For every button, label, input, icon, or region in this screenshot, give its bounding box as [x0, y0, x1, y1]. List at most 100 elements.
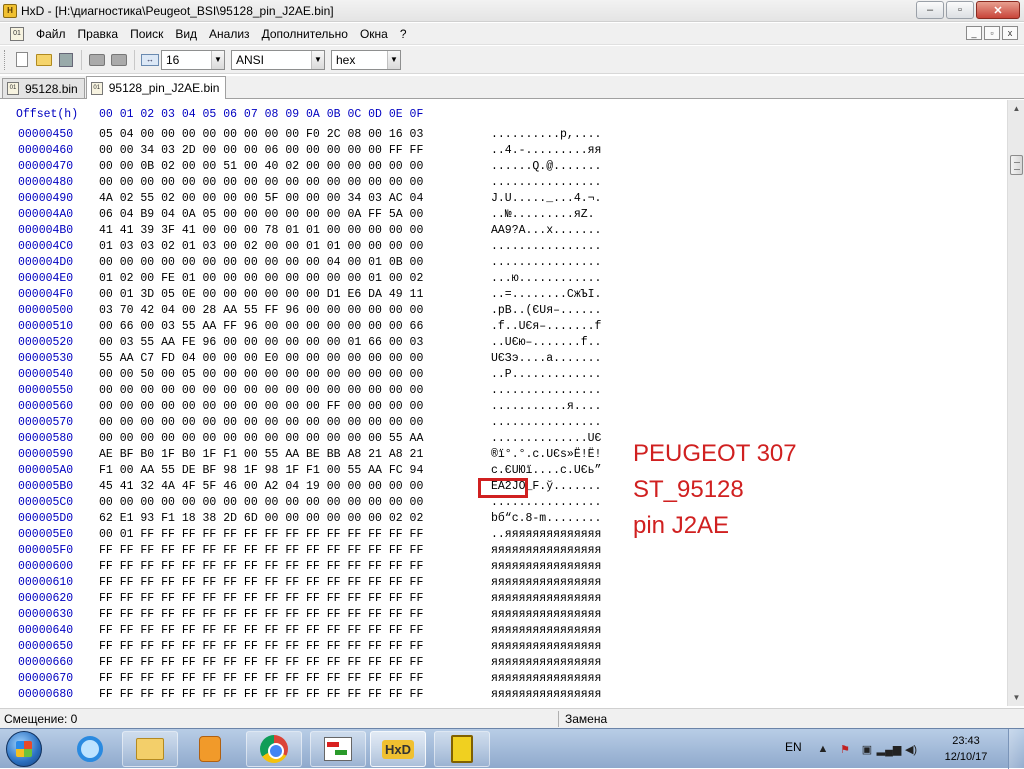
row-bytes[interactable]: 00 01 FF FF FF FF FF FF FF FF FF FF FF F… [99, 527, 423, 543]
device-icon[interactable]: ▣ [859, 741, 875, 757]
row-ascii[interactable]: яяяяяяяяяяяяяяяя [491, 655, 601, 671]
row-bytes[interactable]: 06 04 B9 04 0A 05 00 00 00 00 00 00 0A F… [99, 207, 423, 223]
hex-row[interactable]: 00000660 FF FF FF FF FF FF FF FF FF FF FF… [0, 655, 1000, 671]
language-indicator[interactable]: EN [785, 740, 802, 754]
chevron-down-icon[interactable]: ▼ [387, 50, 400, 69]
row-bytes[interactable]: 00 00 00 00 00 00 00 00 00 00 00 FF 00 0… [99, 399, 423, 415]
hex-row[interactable]: 00000470 00 00 0B 02 00 00 51 00 40 02 00… [0, 159, 1000, 175]
row-bytes[interactable]: 00 03 55 AA FE 96 00 00 00 00 00 00 01 6… [99, 335, 423, 351]
open-file-button[interactable] [33, 49, 55, 71]
tab-95128-pin-j2ae-bin[interactable]: 01 95128_pin_J2AE.bin [85, 76, 227, 99]
row-bytes[interactable]: AE BF B0 1F B0 1F F1 00 55 AA BE BB A8 2… [99, 447, 423, 463]
row-bytes[interactable]: 00 00 50 00 05 00 00 00 00 00 00 00 00 0… [99, 367, 423, 383]
row-ascii[interactable]: яяяяяяяяяяяяяяяя [491, 575, 601, 591]
hex-row[interactable]: 00000580 00 00 00 00 00 00 00 00 00 00 00… [0, 431, 1000, 447]
row-bytes[interactable]: 00 00 00 00 00 00 00 00 00 00 00 00 00 0… [99, 495, 423, 511]
row-ascii[interactable]: .f..UЄя–.......f [491, 319, 601, 335]
document-icon[interactable]: 01 [10, 26, 24, 41]
hex-row[interactable]: 000004E0 01 02 00 FE 01 00 00 00 00 00 00… [0, 271, 1000, 287]
row-ascii[interactable]: ......Q.@....... [491, 159, 601, 175]
row-ascii[interactable]: яяяяяяяяяяяяяяяя [491, 559, 601, 575]
menu-help[interactable]: ? [394, 24, 413, 44]
row-bytes[interactable]: FF FF FF FF FF FF FF FF FF FF FF FF FF F… [99, 639, 423, 655]
hex-row[interactable]: 00000510 00 66 00 03 55 AA FF 96 00 00 00… [0, 319, 1000, 335]
row-ascii[interactable]: ................ [491, 255, 601, 271]
row-bytes[interactable]: FF FF FF FF FF FF FF FF FF FF FF FF FF F… [99, 543, 423, 559]
row-bytes[interactable]: 00 00 0B 02 00 00 51 00 40 02 00 00 00 0… [99, 159, 423, 175]
row-ascii[interactable]: ..=........СжЪI. [491, 287, 601, 303]
row-ascii[interactable]: ...ю............ [491, 271, 601, 287]
row-bytes[interactable]: FF FF FF FF FF FF FF FF FF FF FF FF FF F… [99, 559, 423, 575]
row-bytes[interactable]: 55 AA C7 FD 04 00 00 00 E0 00 00 00 00 0… [99, 351, 423, 367]
row-bytes[interactable]: 05 04 00 00 00 00 00 00 00 00 F0 2C 08 0… [99, 127, 423, 143]
row-ascii[interactable]: AA9?A...x....... [491, 223, 601, 239]
hex-row[interactable]: 000005D0 62 E1 93 F1 18 38 2D 6D 00 00 00… [0, 511, 1000, 527]
taskbar-chrome[interactable] [246, 731, 302, 767]
row-ascii[interactable]: ................ [491, 239, 601, 255]
hex-row[interactable]: 000004C0 01 03 03 02 01 03 00 02 00 00 01… [0, 239, 1000, 255]
hex-row[interactable]: 00000600 FF FF FF FF FF FF FF FF FF FF FF… [0, 559, 1000, 575]
hex-row[interactable]: 000004F0 00 01 3D 05 0E 00 00 00 00 00 00… [0, 287, 1000, 303]
row-bytes[interactable]: 00 00 00 00 00 00 00 00 00 00 00 00 00 0… [99, 431, 423, 447]
hex-row[interactable]: 00000530 55 AA C7 FD 04 00 00 00 E0 00 00… [0, 351, 1000, 367]
row-bytes[interactable]: 01 02 00 FE 01 00 00 00 00 00 00 00 00 0… [99, 271, 423, 287]
hex-row[interactable]: 00000610 FF FF FF FF FF FF FF FF FF FF FF… [0, 575, 1000, 591]
chevron-down-icon[interactable]: ▼ [211, 50, 224, 69]
doc-minimize-button[interactable]: _ [966, 26, 982, 40]
taskbar-internet-explorer[interactable] [62, 731, 118, 767]
row-bytes[interactable]: 00 01 3D 05 0E 00 00 00 00 00 00 D1 E6 D… [99, 287, 423, 303]
row-ascii[interactable]: ..4.-.........яя [491, 143, 601, 159]
ram-button[interactable] [108, 49, 130, 71]
toolbar-grip[interactable] [4, 49, 7, 70]
row-ascii[interactable]: яяяяяяяяяяяяяяяя [491, 607, 601, 623]
menu-extras[interactable]: Дополнительно [256, 24, 354, 44]
row-bytes[interactable]: 00 00 00 00 00 00 00 00 00 00 00 00 00 0… [99, 175, 423, 191]
hex-row[interactable]: 00000520 00 03 55 AA FE 96 00 00 00 00 00… [0, 335, 1000, 351]
row-ascii[interactable]: яяяяяяяяяяяяяяяя [491, 639, 601, 655]
row-bytes[interactable]: FF FF FF FF FF FF FF FF FF FF FF FF FF F… [99, 671, 423, 687]
hex-row[interactable]: 000005F0 FF FF FF FF FF FF FF FF FF FF FF… [0, 543, 1000, 559]
vertical-scrollbar[interactable]: ▲ ▼ [1007, 100, 1024, 706]
row-ascii[interactable]: яяяяяяяяяяяяяяяя [491, 543, 601, 559]
row-bytes[interactable]: F1 00 AA 55 DE BF 98 1F 98 1F F1 00 55 A… [99, 463, 423, 479]
row-bytes[interactable]: FF FF FF FF FF FF FF FF FF FF FF FF FF F… [99, 591, 423, 607]
row-ascii[interactable]: яяяяяяяяяяяяяяяя [491, 687, 601, 703]
charset-select[interactable]: ANSI ▼ [231, 49, 325, 70]
tab-95128-bin[interactable]: 01 95128.bin [2, 78, 85, 98]
menu-file[interactable]: Файл [30, 24, 72, 44]
taskbar-hxd[interactable]: HxD [370, 731, 426, 767]
row-bytes[interactable]: FF FF FF FF FF FF FF FF FF FF FF FF FF F… [99, 607, 423, 623]
hex-row[interactable]: 000004B0 41 41 39 3F 41 00 00 00 78 01 01… [0, 223, 1000, 239]
hex-row[interactable]: 00000550 00 00 00 00 00 00 00 00 00 00 00… [0, 383, 1000, 399]
chevron-down-icon[interactable]: ▼ [311, 50, 324, 69]
row-bytes[interactable]: 00 00 34 03 2D 00 00 00 06 00 00 00 00 0… [99, 143, 423, 159]
taskbar-media-player[interactable] [182, 731, 238, 767]
hex-row[interactable]: 000004D0 00 00 00 00 00 00 00 00 00 00 00… [0, 255, 1000, 271]
taskbar-spreadsheet[interactable] [310, 731, 366, 767]
doc-close-button[interactable]: x [1002, 26, 1018, 40]
hex-row[interactable]: 00000630 FF FF FF FF FF FF FF FF FF FF FF… [0, 607, 1000, 623]
hex-row[interactable]: 00000680 FF FF FF FF FF FF FF FF FF FF FF… [0, 687, 1000, 703]
row-bytes[interactable]: 00 00 00 00 00 00 00 00 00 00 00 00 00 0… [99, 415, 423, 431]
row-ascii[interactable]: яяяяяяяяяяяяяяяя [491, 671, 601, 687]
taskbar-explorer[interactable] [122, 731, 178, 767]
row-bytes[interactable]: 00 00 00 00 00 00 00 00 00 00 00 04 00 0… [99, 255, 423, 271]
row-bytes[interactable]: 00 00 00 00 00 00 00 00 00 00 00 00 00 0… [99, 383, 423, 399]
hex-row[interactable]: 000005A0 F1 00 AA 55 DE BF 98 1F 98 1F F1… [0, 463, 1000, 479]
row-ascii[interactable]: ................ [491, 415, 601, 431]
row-ascii[interactable]: ..№.........яZ. [491, 207, 595, 223]
minimize-button[interactable]: ‒ [916, 1, 944, 19]
row-bytes[interactable]: 03 70 42 04 00 28 AA 55 FF 96 00 00 00 0… [99, 303, 423, 319]
row-bytes[interactable]: 62 E1 93 F1 18 38 2D 6D 00 00 00 00 00 0… [99, 511, 423, 527]
row-bytes[interactable]: 01 03 03 02 01 03 00 02 00 00 01 01 00 0… [99, 239, 423, 255]
hex-row[interactable]: 00000640 FF FF FF FF FF FF FF FF FF FF FF… [0, 623, 1000, 639]
hex-row[interactable]: 00000490 4A 02 55 02 00 00 00 00 5F 00 00… [0, 191, 1000, 207]
row-ascii[interactable]: яяяяяяяяяяяяяяяя [491, 591, 601, 607]
hex-row[interactable]: 00000590 AE BF B0 1F B0 1F F1 00 55 AA BE… [0, 447, 1000, 463]
maximize-button[interactable]: ▫ [946, 1, 974, 19]
scrollbar-thumb[interactable] [1010, 155, 1023, 175]
row-ascii[interactable]: UЄЗэ....а....... [491, 351, 601, 367]
hex-row[interactable]: 00000450 05 04 00 00 00 00 00 00 00 00 F0… [0, 127, 1000, 143]
row-ascii[interactable]: ..яяяяяяяяяяяяяя [491, 527, 601, 543]
bytes-per-row-select[interactable]: 16 ▼ [161, 49, 225, 70]
